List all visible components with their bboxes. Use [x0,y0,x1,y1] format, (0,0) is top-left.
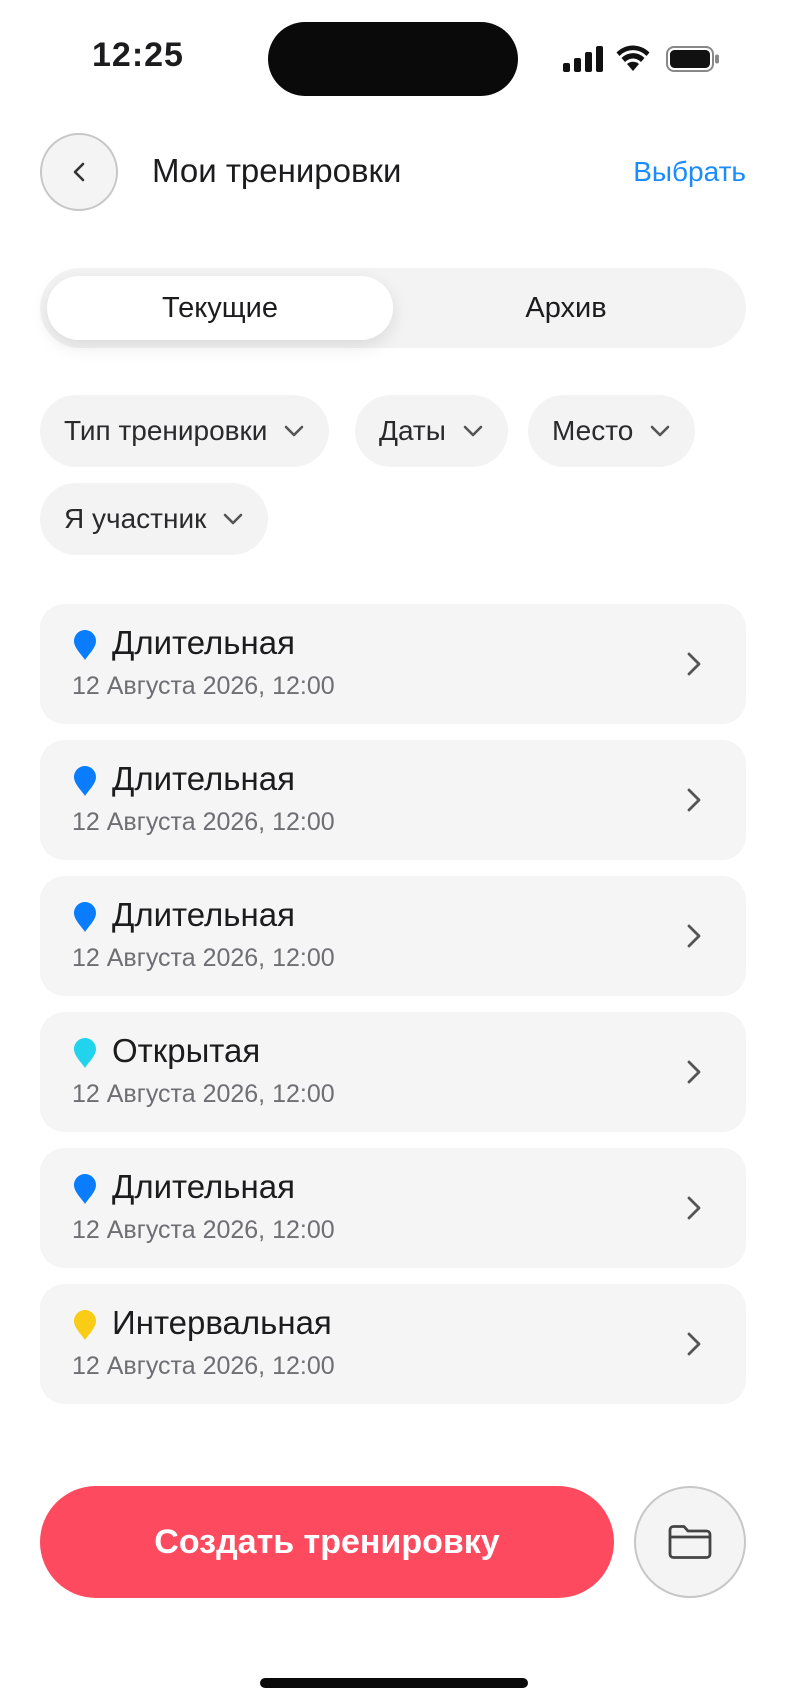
training-datetime: 12 Августа 2026, 12:00 [72,944,335,972]
home-indicator [260,1678,528,1688]
chevron-right-icon [687,924,701,948]
folder-button[interactable] [634,1486,746,1598]
filter-label: Тип тренировки [64,415,268,446]
chevron-down-icon [463,425,483,437]
training-item[interactable]: Длительная 12 Августа 2026, 12:00 [40,604,746,724]
location-pin-icon [74,902,96,932]
training-title: Длительная [112,896,295,933]
create-training-button[interactable]: Создать тренировку [40,1486,614,1598]
chevron-left-icon [73,162,85,182]
filter-participant[interactable]: Я участник [40,483,269,555]
training-datetime: 12 Августа 2026, 12:00 [72,808,335,836]
training-item[interactable]: Длительная 12 Августа 2026, 12:00 [40,740,746,860]
page-title: Мои тренировки [152,152,402,189]
dynamic-island [268,22,518,96]
tab-archive[interactable]: Архив [393,276,739,340]
filter-label: Даты [379,415,446,446]
cellular-signal-icon [563,46,603,72]
training-datetime: 12 Августа 2026, 12:00 [72,672,335,700]
filter-dates[interactable]: Даты [355,395,508,467]
battery-icon [666,46,719,72]
chevron-right-icon [687,652,701,676]
training-title: Длительная [112,1168,295,1205]
training-item[interactable]: Длительная 12 Августа 2026, 12:00 [40,1148,746,1268]
status-time: 12:25 [92,36,184,74]
chevron-down-icon [224,513,243,525]
filter-label: Я участник [64,503,207,534]
select-button[interactable]: Выбрать [633,156,746,188]
training-title: Длительная [112,624,295,661]
training-item[interactable]: Длительная 12 Августа 2026, 12:00 [40,876,746,996]
location-pin-icon [74,1038,96,1068]
location-pin-icon [74,630,96,660]
folder-icon [668,1525,712,1559]
training-title: Открытая [112,1032,261,1069]
training-datetime: 12 Августа 2026, 12:00 [72,1080,335,1108]
chevron-down-icon [285,425,304,437]
training-title: Длительная [112,760,295,797]
filter-label: Место [552,415,634,446]
chevron-down-icon [650,425,670,437]
location-pin-icon [74,1310,96,1340]
back-button[interactable] [40,133,118,211]
chevron-right-icon [687,1060,701,1084]
training-title: Интервальная [112,1304,332,1341]
filter-place[interactable]: Место [528,395,696,467]
location-pin-icon [74,1174,96,1204]
training-item[interactable]: Открытая 12 Августа 2026, 12:00 [40,1012,746,1132]
training-datetime: 12 Августа 2026, 12:00 [72,1352,335,1380]
chevron-right-icon [687,1332,701,1356]
wifi-icon [616,45,650,71]
chevron-right-icon [687,1196,701,1220]
training-item[interactable]: Интервальная 12 Августа 2026, 12:00 [40,1284,746,1404]
training-datetime: 12 Августа 2026, 12:00 [72,1216,335,1244]
chevron-right-icon [687,788,701,812]
location-pin-icon [74,766,96,796]
filter-training-type[interactable]: Тип тренировки [40,395,330,467]
tab-current[interactable]: Текущие [47,276,393,340]
